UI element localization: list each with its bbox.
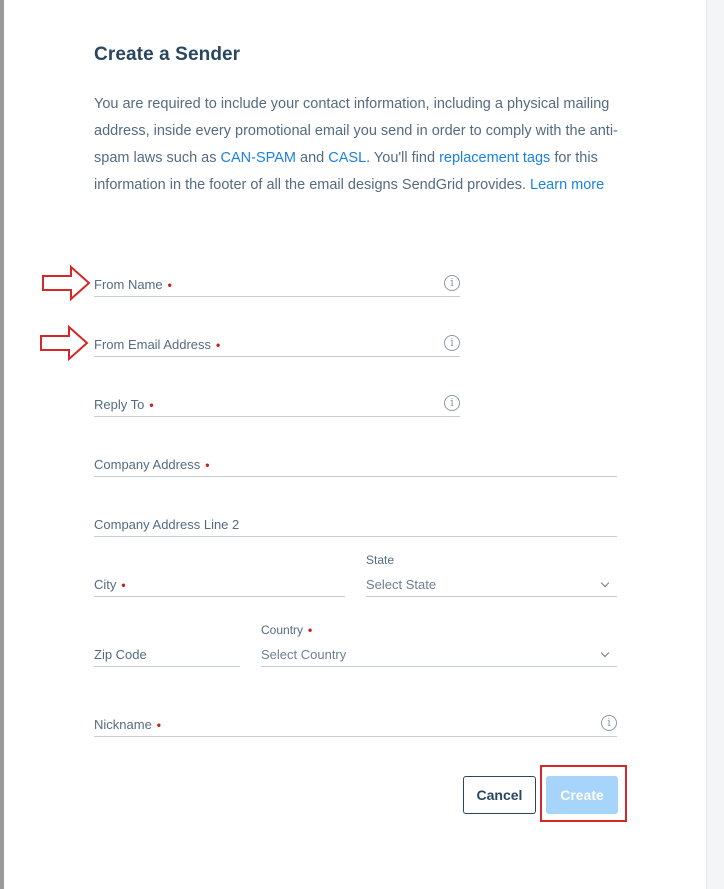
intro-text: You are required to include your contact…: [94, 91, 624, 199]
company-address-label: Company Address •: [94, 457, 209, 472]
arrow-right-icon: [42, 265, 91, 301]
required-indicator: •: [156, 718, 161, 732]
arrow-right-icon: [40, 325, 89, 361]
country-label: Country •: [261, 623, 312, 637]
from-email-field[interactable]: From Email Address • i: [94, 335, 460, 357]
from-email-label-text: From Email Address: [94, 337, 212, 352]
required-indicator: •: [149, 398, 154, 412]
company-address-2-label: Company Address Line 2: [94, 517, 240, 532]
intro-and: and: [296, 150, 329, 166]
info-icon[interactable]: i: [444, 275, 460, 291]
zip-code-label: Zip Code: [94, 647, 147, 662]
reply-to-label: Reply To •: [94, 397, 154, 412]
country-select[interactable]: Country • Select Country: [261, 623, 617, 667]
replacement-tags-link[interactable]: replacement tags: [439, 150, 550, 166]
city-label: City •: [94, 577, 126, 592]
country-label-text: Country: [261, 623, 304, 637]
info-icon[interactable]: i: [444, 335, 460, 351]
chevron-down-icon: [600, 578, 610, 588]
nickname-label-text: Nickname: [94, 717, 152, 732]
can-spam-link[interactable]: CAN-SPAM: [221, 150, 296, 166]
required-indicator: •: [205, 458, 210, 472]
zip-code-field[interactable]: Zip Code: [94, 645, 240, 667]
reply-to-field[interactable]: Reply To • i: [94, 395, 460, 417]
city-field[interactable]: City •: [94, 575, 345, 597]
reply-to-label-text: Reply To: [94, 397, 145, 412]
from-name-field[interactable]: From Name • i: [94, 275, 460, 297]
from-name-label: From Name •: [94, 277, 172, 292]
dialog-title: Create a Sender: [94, 44, 241, 65]
company-address-2-field[interactable]: Company Address Line 2: [94, 515, 617, 537]
intro-part-2: . You'll find: [366, 150, 440, 166]
right-scroll-area: [706, 0, 724, 889]
country-value: Select Country: [261, 647, 347, 662]
from-email-label: From Email Address •: [94, 337, 220, 352]
nickname-label: Nickname •: [94, 717, 161, 732]
create-highlight-box: [540, 765, 627, 822]
state-value: Select State: [366, 577, 437, 592]
company-address-label-text: Company Address: [94, 457, 201, 472]
state-label: State: [366, 553, 395, 567]
company-address-field[interactable]: Company Address •: [94, 455, 617, 477]
info-icon[interactable]: i: [444, 395, 460, 411]
city-label-text: City: [94, 577, 117, 592]
chevron-down-icon: [600, 648, 610, 658]
required-indicator: •: [167, 278, 172, 292]
required-indicator: •: [308, 623, 313, 637]
cancel-button[interactable]: Cancel: [463, 776, 536, 814]
from-name-label-text: From Name: [94, 277, 163, 292]
info-icon[interactable]: i: [601, 715, 617, 731]
required-indicator: •: [121, 578, 126, 592]
required-indicator: •: [216, 338, 221, 352]
nickname-field[interactable]: Nickname • i: [94, 715, 617, 737]
state-select[interactable]: State Select State: [366, 553, 617, 597]
learn-more-link[interactable]: Learn more: [530, 177, 604, 193]
left-edge: [0, 0, 4, 889]
casl-link[interactable]: CASL: [328, 150, 366, 166]
